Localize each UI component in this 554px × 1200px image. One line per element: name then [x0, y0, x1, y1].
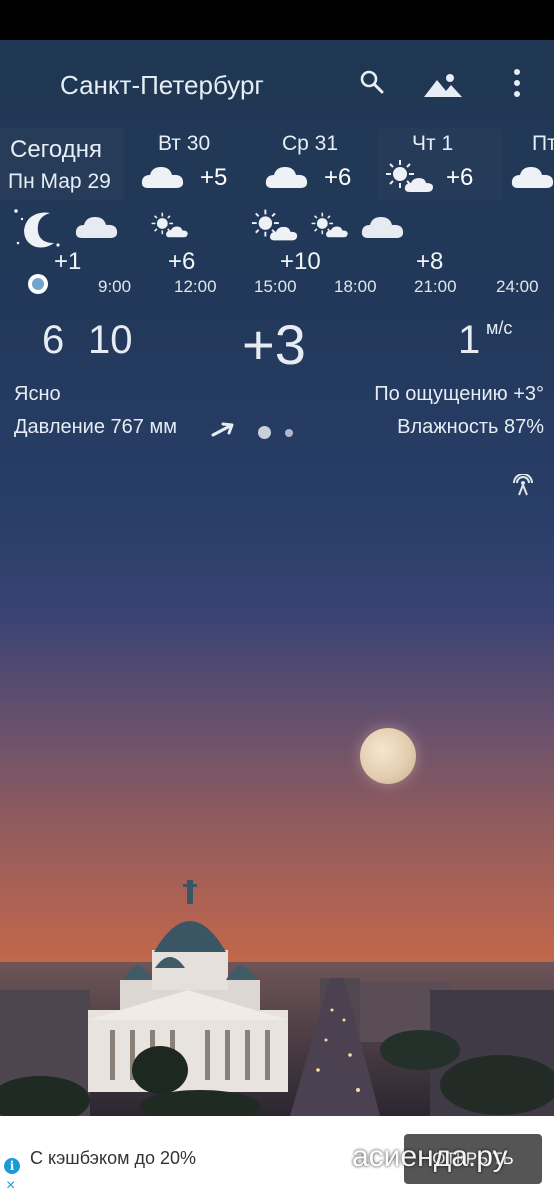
app-bar: Санкт-Петербург: [0, 40, 554, 128]
radar-icon[interactable]: [512, 474, 534, 496]
current-temperature[interactable]: +3: [242, 312, 306, 377]
day-temp: +5: [200, 164, 228, 191]
hourly-temp: +1: [54, 248, 82, 275]
day-today[interactable]: Сегодня Пн Мар 29: [0, 128, 124, 200]
sun-cloud-icon: [311, 212, 348, 238]
hourly-temp: +10: [280, 248, 321, 275]
day-temp: +6: [446, 164, 474, 191]
hourly-temp: +6: [168, 248, 196, 275]
hourly-time: 24:00: [496, 277, 539, 296]
sun-cloud-icon: [251, 209, 298, 241]
feels-like: По ощущению +3°: [374, 383, 544, 405]
today-label: Сегодня: [10, 136, 102, 163]
more-vert-icon[interactable]: [510, 68, 524, 98]
hourly-time: 12:00: [174, 277, 217, 296]
wind-speed: 1: [458, 318, 481, 362]
hourly-temp: +8: [416, 248, 444, 275]
wind-unit: м/с: [486, 318, 513, 338]
today-date: Пн Мар 29: [8, 170, 111, 193]
sunrise-minutes: 10: [88, 318, 133, 362]
day-thursday[interactable]: Чт 1 +6: [378, 128, 502, 200]
status-bar: [0, 0, 554, 40]
day-tuesday[interactable]: Вт 30 +5: [130, 128, 250, 200]
moon-stars-icon: [14, 209, 60, 248]
day-name: Ср 31: [282, 132, 339, 155]
day-wednesday[interactable]: Ср 31 +6: [254, 128, 374, 200]
cloud-icon: [141, 167, 184, 188]
ad-info-icon[interactable]: i: [4, 1158, 20, 1174]
sun-cloud-icon: [386, 160, 433, 192]
day-temp: +6: [324, 164, 352, 191]
sunrise-hour: 6: [42, 318, 65, 362]
hourly-time: 15:00: [254, 277, 297, 296]
pressure: Давление 767 мм: [14, 416, 177, 438]
cloud-icon: [511, 167, 554, 188]
hourly-time: 18:00: [334, 277, 377, 296]
ad-text: С кэшбэком до 20%: [30, 1148, 196, 1168]
cloud-icon: [361, 217, 404, 238]
city-background-image: [0, 880, 554, 1116]
search-icon[interactable]: [358, 68, 386, 96]
pressure-trend-icon: [211, 422, 234, 437]
cloud-icon: [75, 217, 118, 238]
ad-close-icon[interactable]: ×: [6, 1178, 15, 1194]
day-friday[interactable]: Пт: [506, 128, 554, 200]
condition-text: Ясно: [14, 383, 61, 405]
humidity: Влажность 87%: [397, 416, 544, 438]
hourly-time: 21:00: [414, 277, 457, 296]
hourly-time: 9:00: [98, 277, 132, 296]
moon-image: [360, 728, 416, 784]
mountain-icon[interactable]: [422, 72, 464, 98]
current-time-marker: [28, 274, 48, 294]
cloud-icon: [265, 167, 308, 188]
day-name: Чт 1: [412, 132, 454, 155]
day-name: Вт 30: [158, 132, 211, 155]
sun-cloud-icon: [151, 212, 188, 238]
watermark: асиенда.ру: [352, 1140, 508, 1173]
day-name: Пт: [532, 132, 554, 155]
city-title[interactable]: Санкт-Петербург: [60, 70, 264, 101]
